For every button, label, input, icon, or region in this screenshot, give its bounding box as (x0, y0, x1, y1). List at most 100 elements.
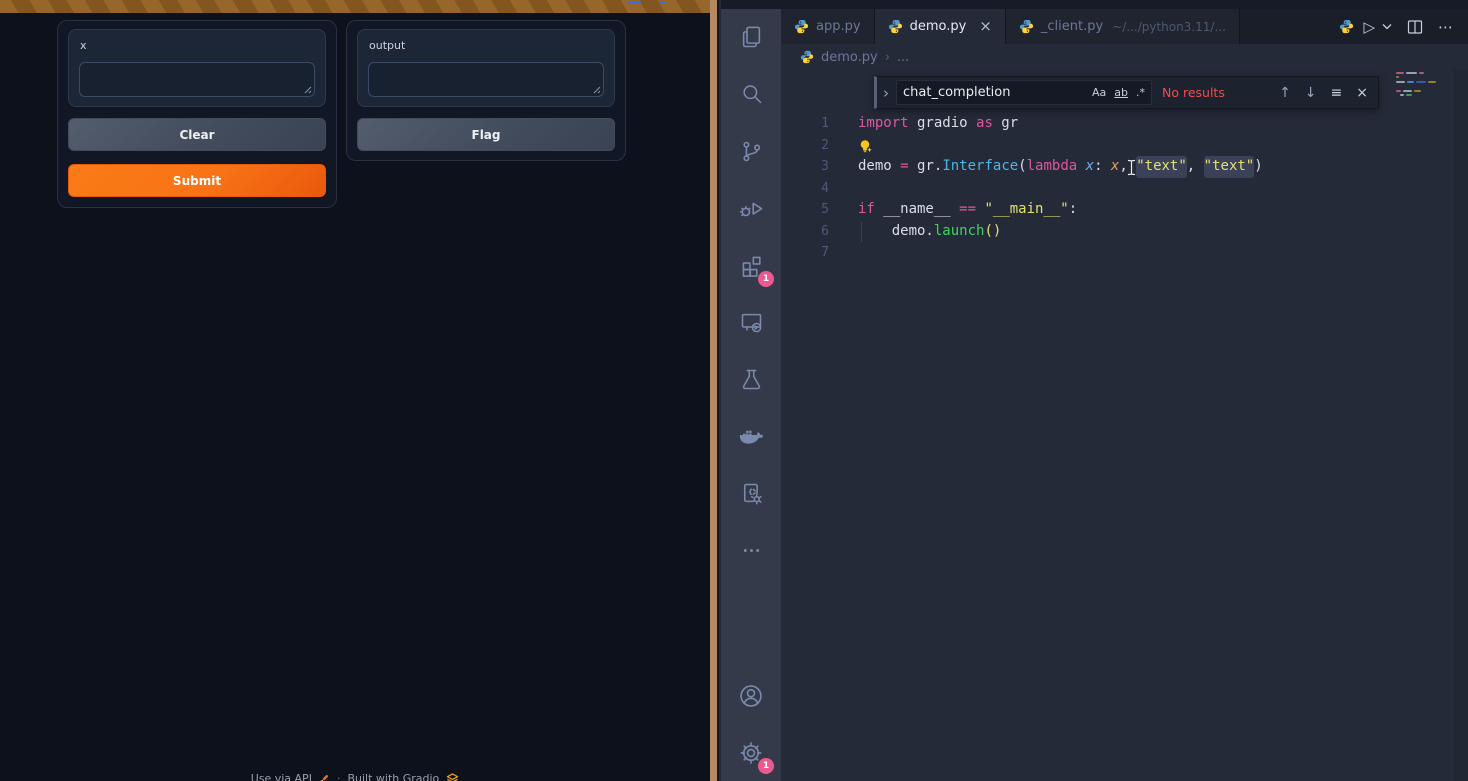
find-in-selection-icon[interactable]: ≡ (1331, 85, 1343, 101)
run-dropdown-chevron-icon[interactable] (1382, 23, 1392, 30)
screen: x Clear Submit output Fla (0, 0, 1468, 781)
find-nav: ↑ ↓ ≡ × (1279, 85, 1370, 101)
python-icon (888, 19, 903, 34)
code-token (976, 199, 984, 221)
editor-actions: ▷ ⋯ (1324, 9, 1468, 44)
code-token: if (858, 199, 875, 221)
line-content[interactable]: demo.launch() (858, 221, 1001, 243)
code-token: == (959, 199, 976, 221)
regex-toggle[interactable]: .* (1136, 86, 1145, 99)
code-token: ) (1254, 156, 1262, 178)
sidebar-item-more-views[interactable] (721, 522, 781, 579)
breadcrumb-symbol[interactable]: ... (897, 50, 909, 65)
sidebar-item-docker[interactable] (721, 408, 781, 465)
tab-close-icon[interactable]: × (979, 19, 992, 34)
flag-button[interactable]: Flag (357, 118, 615, 151)
loading-bar-artifact (628, 1, 641, 4)
line-number[interactable]: 1 (781, 113, 829, 135)
code-token: "text" (1204, 156, 1255, 178)
sidebar-item-settings[interactable]: 1 (721, 724, 781, 781)
find-expand-chevron-icon[interactable]: › (883, 84, 889, 102)
line-number[interactable]: 5 (781, 199, 829, 221)
sidebar-item-remote-explorer[interactable] (721, 294, 781, 351)
gradio-footer: Use via API · Built with Gradio (0, 772, 710, 781)
sidebar-item-dev-tools[interactable] (721, 465, 781, 522)
settings-badge: 1 (758, 758, 774, 774)
line-number[interactable]: 6 (781, 221, 829, 243)
line-number[interactable]: 2 (781, 135, 829, 157)
whole-word-toggle[interactable]: ab (1114, 86, 1128, 99)
sidebar-item-source-control[interactable] (721, 123, 781, 180)
more-icon (738, 537, 765, 564)
code-token: __name__ (875, 199, 959, 221)
line-content[interactable] (858, 135, 874, 157)
run-file-icon[interactable]: ▷ (1363, 18, 1375, 36)
docker-icon (737, 423, 765, 451)
i-beam-cursor-icon (1127, 159, 1136, 176)
submit-button[interactable]: Submit (68, 164, 326, 197)
split-editor-icon[interactable] (1407, 19, 1423, 35)
code-line[interactable]: 7 (781, 242, 1398, 264)
find-close-icon[interactable]: × (1356, 85, 1368, 101)
account-icon (737, 682, 765, 710)
tab-path: ~/.../python3.11/... (1112, 20, 1226, 34)
code-line[interactable]: 4 (781, 178, 1398, 200)
find-previous-icon[interactable]: ↑ (1279, 85, 1291, 101)
resize-handle-icon[interactable] (302, 84, 312, 94)
code-lines[interactable]: 1 import gradio as gr 23 demo = gr.Interfac… (781, 113, 1398, 264)
clear-button[interactable]: Clear (68, 118, 326, 151)
code-line[interactable]: 5 if __name__ == "__main__": (781, 199, 1398, 221)
output-label: output (369, 39, 405, 52)
line-number[interactable]: 4 (781, 178, 829, 200)
find-query-text[interactable]: chat_completion (903, 85, 1084, 100)
code-token: demo (858, 156, 900, 178)
line-number[interactable]: 7 (781, 242, 829, 264)
code-token: "text" (1136, 156, 1187, 178)
sidebar-item-run-debug[interactable] (721, 180, 781, 237)
built-with-gradio-link[interactable]: Built with Gradio (347, 772, 439, 781)
line-number[interactable]: 3 (781, 156, 829, 178)
code-token: () (984, 221, 1001, 243)
more-actions-icon[interactable]: ⋯ (1438, 18, 1453, 36)
sidebar-item-explorer[interactable] (721, 9, 781, 66)
minimap[interactable] (1396, 72, 1452, 106)
use-via-api-link[interactable]: Use via API (251, 772, 312, 781)
line-content[interactable]: if __name__ == "__main__": (858, 199, 1077, 221)
code-line[interactable]: 1 import gradio as gr (781, 113, 1398, 135)
remote-explorer-icon (738, 309, 765, 336)
tab-demo-py[interactable]: demo.py × (875, 9, 1006, 44)
code-token: gr. (909, 156, 943, 178)
code-token: = (900, 156, 908, 178)
python-icon (794, 19, 809, 34)
code-token: Interface (942, 156, 1018, 178)
lightbulb-sparkle-icon[interactable] (858, 138, 874, 155)
code-token: x (1086, 156, 1094, 178)
source-control-icon (738, 138, 765, 165)
line-content[interactable]: demo = gr.Interface(lambda x: x, "text",… (858, 156, 1263, 178)
match-case-toggle[interactable]: Aa (1092, 86, 1106, 99)
find-widget: › chat_completion Aa ab .* No results ↑ … (874, 76, 1379, 109)
find-results-status: No results (1162, 85, 1225, 100)
python-icon (1019, 19, 1034, 34)
find-input[interactable]: chat_completion Aa ab .* (896, 80, 1152, 105)
output-textarea[interactable] (368, 62, 604, 97)
code-line[interactable]: 3 demo = gr.Interface(lambda x: x, "text"… (781, 156, 1398, 178)
find-next-icon[interactable]: ↓ (1305, 85, 1317, 101)
sidebar-item-account[interactable] (721, 667, 781, 724)
sidebar-item-search[interactable] (721, 66, 781, 123)
line-content[interactable]: import gradio as gr (858, 113, 1018, 135)
breadcrumb-file[interactable]: demo.py (821, 50, 878, 65)
x-textarea[interactable] (79, 62, 315, 97)
code-line[interactable]: 6 demo.launch() (781, 221, 1398, 243)
python-run-icon[interactable] (1339, 19, 1354, 34)
tab-app-py[interactable]: app.py (781, 9, 875, 44)
code-line[interactable]: 2 (781, 135, 1398, 157)
sidebar-item-testing[interactable] (721, 351, 781, 408)
api-rocket-icon (319, 773, 330, 781)
scrollbar-gutter[interactable] (1454, 70, 1468, 781)
sidebar-item-extensions[interactable]: 1 (721, 237, 781, 294)
editor-content[interactable]: › chat_completion Aa ab .* No results ↑ … (781, 70, 1468, 781)
testing-flask-icon (738, 366, 765, 393)
resize-handle-icon[interactable] (591, 84, 601, 94)
tab-client-py[interactable]: _client.py ~/.../python3.11/... (1006, 9, 1240, 44)
